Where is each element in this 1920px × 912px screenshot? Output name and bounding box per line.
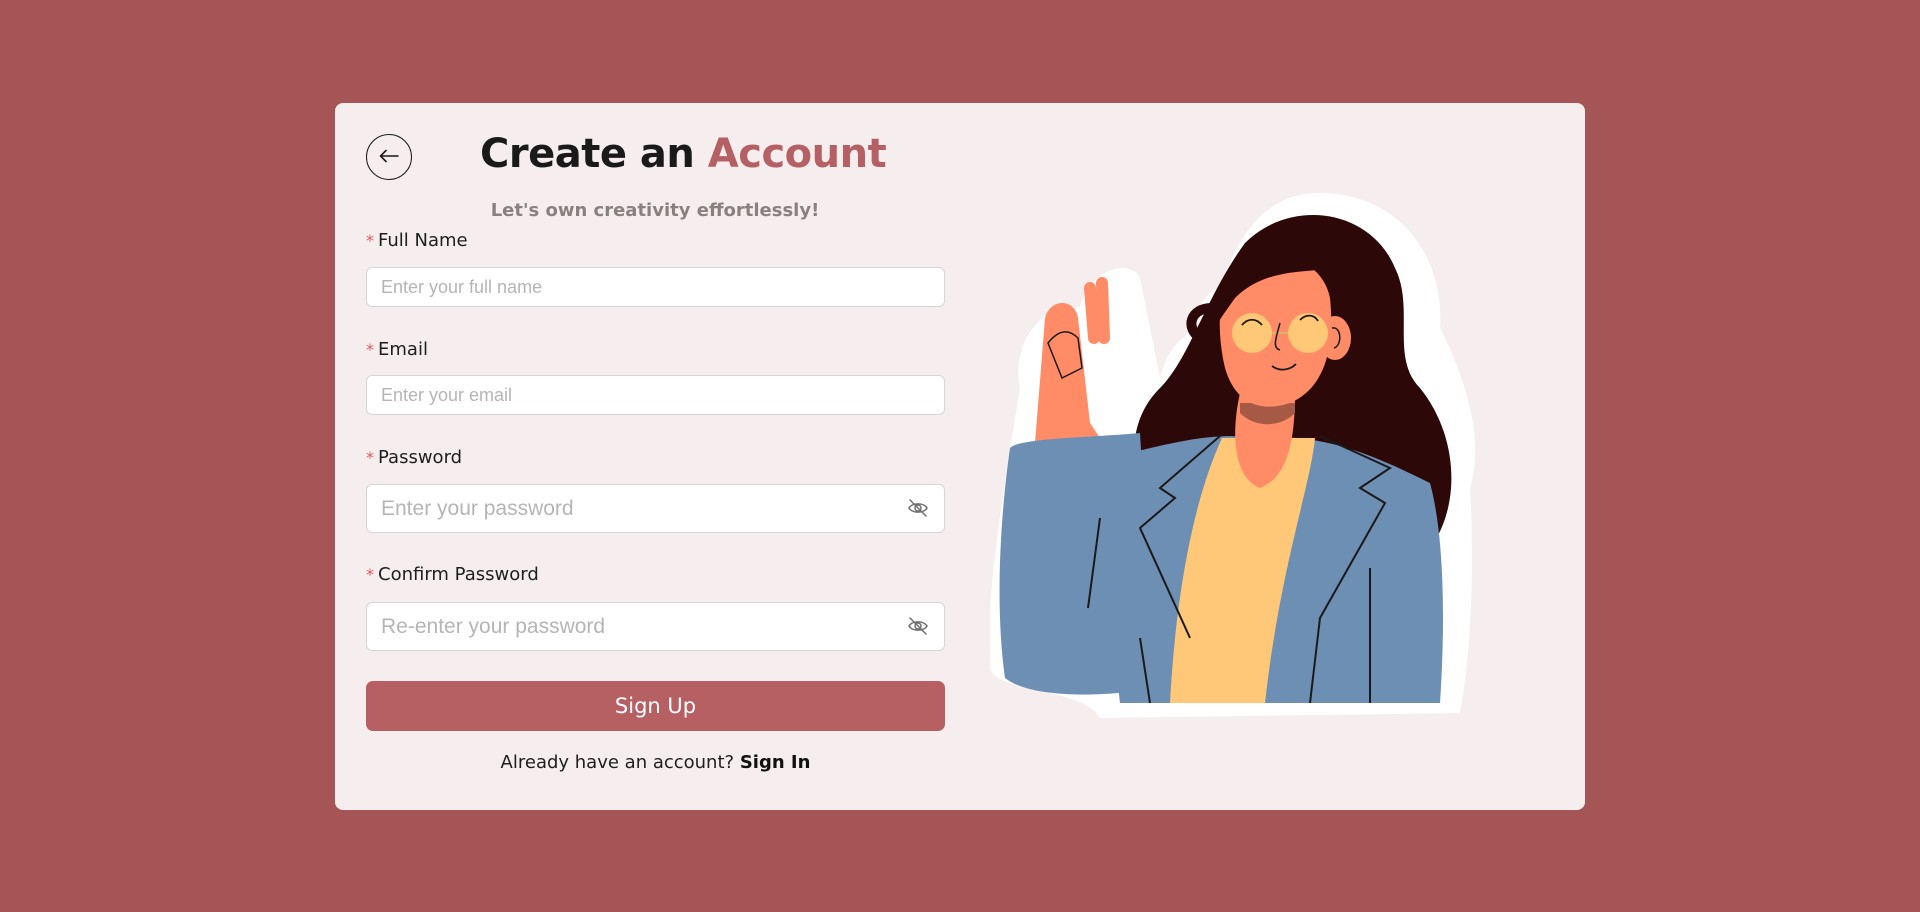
title-text: Create an [480,131,695,177]
arrow-left-icon [379,149,399,166]
full-name-label-text: Full Name [378,230,468,251]
required-mark: * [366,448,374,467]
sign-up-button[interactable]: Sign Up [366,681,945,731]
sign-in-prompt-text: Already have an account? [500,752,735,773]
sign-in-prompt: Already have an account? Sign In [366,752,945,773]
email-label-text: Email [378,339,428,360]
confirm-password-label: * Confirm Password [366,564,539,585]
required-mark: * [366,565,374,584]
page-title: Create an Account [480,131,887,177]
eye-off-icon[interactable] [906,496,930,520]
full-name-input[interactable] [366,267,945,307]
title-accent: Account [707,131,887,177]
confirm-password-label-text: Confirm Password [378,564,539,585]
password-label-text: Password [378,447,463,468]
woman-peace-sign-illustration [990,193,1476,718]
email-input[interactable] [366,375,945,415]
required-mark: * [366,340,374,359]
password-label: * Password [366,447,462,468]
required-mark: * [366,231,374,250]
eye-off-icon[interactable] [906,614,930,638]
back-button[interactable] [366,134,412,180]
confirm-password-input[interactable] [366,602,945,651]
full-name-label: * Full Name [366,230,468,251]
signup-card: Create an Account Let's own creativity e… [335,103,1585,810]
password-input[interactable] [366,484,945,533]
sign-in-link[interactable]: Sign In [740,752,811,773]
subtitle: Let's own creativity effortlessly! [490,200,820,221]
email-label: * Email [366,339,428,360]
